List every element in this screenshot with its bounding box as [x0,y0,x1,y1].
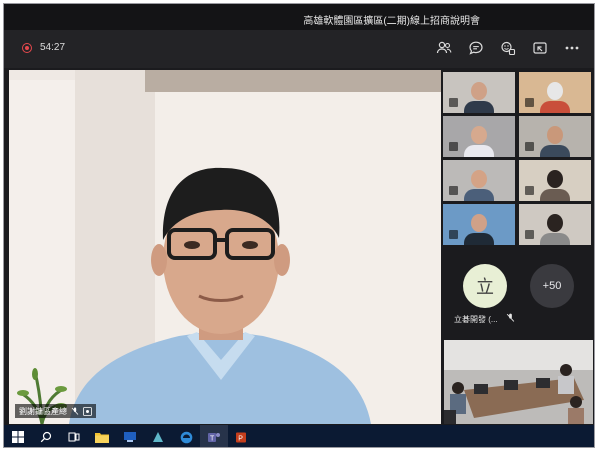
muted-mic-icon [449,142,458,151]
svg-text:T: T [210,435,215,442]
participant-video [547,126,563,144]
powerpoint-icon: P [236,432,246,442]
speaker-figure [69,167,371,424]
meeting-title: 高雄軟體園區擴區(二期)線上招商說明會 [303,16,480,27]
participant-video [471,126,487,144]
teams-button[interactable]: T [200,425,228,447]
title-bar: 高雄軟體園區擴區(二期)線上招商說明會 [4,4,594,30]
search-icon [40,431,52,443]
speaker-name-tag: 劉謝鏞區產總 [15,404,96,418]
participant-tile[interactable] [443,204,515,245]
more-options-icon [565,46,579,50]
teams-window: 高雄軟體園區擴區(二期)線上招商說明會 54:27 劉謝鏞區產總 立 +50 立… [3,3,595,448]
call-timer: 54:27 [40,42,66,53]
call-controls-bar: 54:27 [4,30,594,68]
muted-mic-icon [525,230,534,239]
task-view-button[interactable] [60,425,88,447]
participant-video [547,170,563,188]
muted-mic-icon [449,186,458,195]
muted-mic-icon [525,98,534,107]
participant-video [547,82,563,100]
app-icon [153,432,163,442]
participant-tile[interactable] [519,72,591,113]
file-explorer-button[interactable] [88,425,116,447]
participant-avatar[interactable]: 立 [463,264,507,308]
participant-video [471,82,487,100]
muted-mic-icon [449,98,458,107]
participant-tile[interactable] [519,160,591,201]
task-view-icon [68,432,80,442]
recording-icon [22,43,32,53]
muted-mic-icon [525,186,534,195]
muted-mic-icon [506,313,515,322]
reactions-button[interactable] [498,38,518,58]
share-tray-icon [533,42,547,54]
participant-video [547,214,563,232]
participant-tile[interactable] [443,116,515,157]
participant-tile[interactable] [443,72,515,113]
meeting-room-video[interactable] [444,340,593,424]
powerpoint-button[interactable]: P [228,425,256,447]
svg-text:P: P [238,435,243,442]
muted-mic-icon [449,230,458,239]
meeting-room-scene [444,340,593,424]
taskbar-app-button[interactable] [144,425,172,447]
participant-tile[interactable] [519,204,591,245]
pin-icon [83,406,92,416]
chat-button[interactable] [466,38,486,58]
participant-video [471,170,487,188]
muted-mic-icon [71,407,79,415]
chat-icon [469,41,483,55]
start-button[interactable] [4,425,32,447]
participants-icon [436,41,452,54]
more-participants-button[interactable]: +50 [530,264,574,308]
edge-icon [180,431,192,443]
speaker-name: 劉謝鏞區產總 [19,406,67,416]
avatar-row: 立 +50 立碁開發 (... [444,249,593,329]
app-icon [124,432,136,442]
taskbar-app-button[interactable] [116,425,144,447]
share-tray-button[interactable] [530,38,550,58]
windows-start-icon [12,431,24,443]
reactions-icon [501,41,516,56]
participant-video [471,214,487,232]
muted-mic-icon [525,142,534,151]
search-button[interactable] [32,425,60,447]
participant-tile[interactable] [519,116,591,157]
edge-button[interactable] [172,425,200,447]
participants-button[interactable] [434,38,454,58]
file-explorer-icon [95,433,109,443]
active-speaker-video[interactable]: 劉謝鏞區產總 [9,70,441,424]
participant-name: 立碁開發 (... [454,315,498,324]
teams-icon: T [208,432,220,442]
participant-tile[interactable] [443,160,515,201]
windows-taskbar: T P [4,425,594,447]
more-options-button[interactable] [562,38,582,58]
